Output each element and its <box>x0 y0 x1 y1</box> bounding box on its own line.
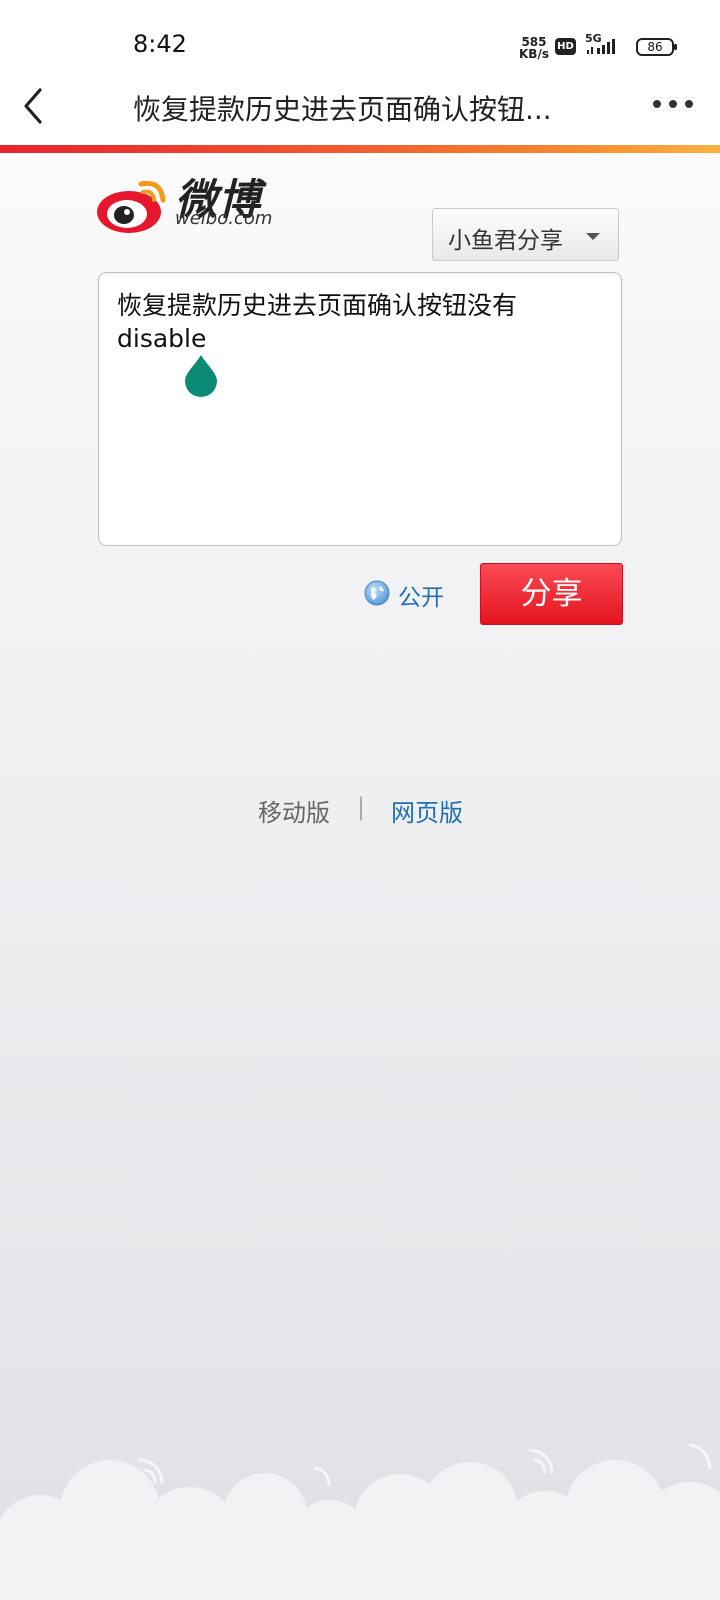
clouds-decoration <box>0 1443 720 1600</box>
account-dropdown-label: 小鱼君分享 <box>448 228 563 254</box>
cursor-handle-icon[interactable] <box>183 353 219 397</box>
logo-text-en: weibo.com <box>175 208 273 229</box>
battery-level: 86 <box>647 40 663 54</box>
weibo-logo: 微博 weibo.com <box>97 172 287 236</box>
battery-icon: 86 <box>636 38 677 56</box>
caret-down-icon <box>586 233 600 240</box>
visibility-label: 公开 <box>398 585 444 611</box>
version-switch: 移动版 | 网页版 <box>0 793 720 833</box>
hd-badge: HD <box>555 38 576 55</box>
back-button[interactable] <box>14 84 58 128</box>
share-button[interactable]: 分享 <box>480 563 623 625</box>
link-separator: | <box>357 793 366 821</box>
web-version-link[interactable]: 网页版 <box>391 793 463 828</box>
globe-icon <box>364 580 390 606</box>
share-textarea[interactable]: 恢复提款历史进去页面确认按钮没有disable <box>98 272 622 546</box>
account-dropdown[interactable]: 小鱼君分享 <box>432 208 619 261</box>
chevron-left-icon <box>24 88 42 124</box>
weibo-eye-icon <box>97 180 166 233</box>
top-nav-bar: 恢复提款历史进去页面确认按钮... <box>0 70 720 145</box>
page-title: 恢复提款历史进去页面确认按钮... <box>133 93 552 126</box>
share-text-content: 恢复提款历史进去页面确认按钮没有disable <box>117 291 518 353</box>
status-time: 8:42 <box>133 30 187 58</box>
accent-divider <box>0 145 720 153</box>
mobile-version-link[interactable]: 移动版 <box>258 793 330 828</box>
network-speed-unit: KB/s <box>519 47 549 61</box>
network-speed: 585 KB/s <box>519 36 549 60</box>
signal-icon: 5G <box>585 32 625 58</box>
more-options-button[interactable] <box>650 96 696 110</box>
more-horizontal-icon <box>653 100 693 108</box>
